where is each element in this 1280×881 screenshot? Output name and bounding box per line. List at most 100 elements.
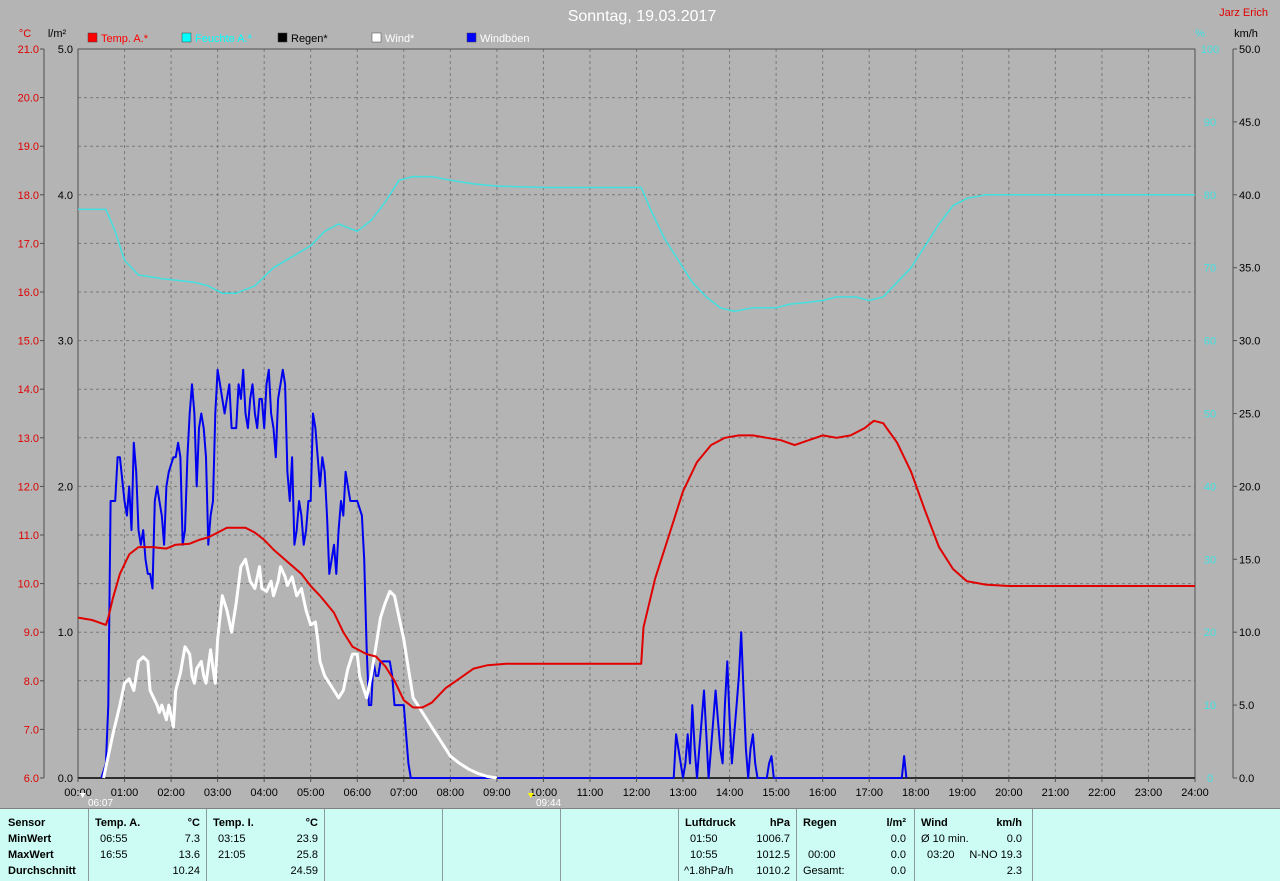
temp-a-header: Temp. A. xyxy=(95,817,141,829)
weather-chart: 21.0 20.0 19.0 18.0 17.0 16.0 15.0 14.0 13.0 12.0… xyxy=(18,7,1268,808)
temp-tick-label: 10.0 xyxy=(18,579,39,591)
temp-tick-label: 20.0 xyxy=(18,93,39,105)
temp-a-min-time: 06:55 xyxy=(100,833,128,845)
statistics-table: Sensor MinWert MaxWert Durchschnitt Temp… xyxy=(0,808,1280,881)
table-divider xyxy=(914,809,915,881)
wind-tick-label: 5.0 xyxy=(1239,700,1254,712)
time-tick-label: 20:00 xyxy=(995,787,1023,799)
temp-i-min: 23.9 xyxy=(296,833,318,845)
wind-avg: 0.0 xyxy=(1006,833,1022,845)
humidity-tick-label: 50 xyxy=(1204,409,1216,421)
wind-tick-label: 45.0 xyxy=(1239,117,1260,129)
table-divider xyxy=(796,809,797,881)
time-tick-label: 13:00 xyxy=(669,787,697,799)
rain-tick-label: 5.0 xyxy=(58,44,73,56)
temp-tick-label: 17.0 xyxy=(18,238,39,250)
temp-tick-label: 8.0 xyxy=(24,676,39,688)
wind-tick-label: 15.0 xyxy=(1239,554,1260,566)
temp-tick-label: 14.0 xyxy=(18,384,39,396)
time-tick-label: 01:00 xyxy=(111,787,139,799)
humidity-tick-label: 40 xyxy=(1204,481,1216,493)
time-tick-label: 17:00 xyxy=(855,787,883,799)
table-divider xyxy=(324,809,325,881)
wind-max-time: 03:20 xyxy=(927,849,955,861)
time-tick-label: 14:00 xyxy=(716,787,744,799)
row-label-avg: Durchschnitt xyxy=(8,865,76,877)
temp-tick-label: 13.0 xyxy=(18,433,39,445)
temp-tick-label: 15.0 xyxy=(18,336,39,348)
wind-mean: 2.3 xyxy=(1006,865,1022,877)
wind-unit-label: km/h xyxy=(1234,28,1258,40)
humidity-tick-label: 60 xyxy=(1204,336,1216,348)
time-tick-label: 11:00 xyxy=(577,787,604,799)
humidity-tick-label: 70 xyxy=(1204,263,1216,275)
wind-tick-label: 10.0 xyxy=(1239,627,1260,639)
wind-max: N-NO 19.3 xyxy=(969,849,1022,861)
rain-tick-label: 4.0 xyxy=(58,190,73,202)
legend-swatch xyxy=(277,32,288,43)
chart-title: Sonntag, 19.03.2017 xyxy=(568,8,717,25)
time-tick-label: 06:00 xyxy=(343,787,371,799)
humidity-tick-label: 10 xyxy=(1204,700,1216,712)
table-divider xyxy=(678,809,679,881)
pressure-min: 1006.7 xyxy=(756,833,790,845)
humidity-tick-label: 30 xyxy=(1204,554,1216,566)
wind-tick-label: 40.0 xyxy=(1239,190,1260,202)
time-tick-label: 07:00 xyxy=(390,787,418,799)
time-tick-label: 22:00 xyxy=(1088,787,1116,799)
legend-swatch xyxy=(371,32,382,43)
pressure-min-time: 01:50 xyxy=(690,833,718,845)
pressure-max-time: 10:55 xyxy=(690,849,718,861)
rain-unit: l/m² xyxy=(886,817,906,829)
rain-row1: 0.0 xyxy=(890,833,906,845)
time-tick-label: 04:00 xyxy=(250,787,278,799)
time-tick-label: 05:00 xyxy=(297,787,325,799)
time-tick-label: 15:00 xyxy=(762,787,790,799)
legend-swatch xyxy=(181,32,192,43)
temp-a-min: 7.3 xyxy=(184,833,200,845)
rain-time: 00:00 xyxy=(808,849,836,861)
rain-tick-label: 3.0 xyxy=(58,336,73,348)
temp-i-max: 25.8 xyxy=(296,849,318,861)
time-tick-label: 12:00 xyxy=(623,787,651,799)
wind-tick-label: 50.0 xyxy=(1239,44,1260,56)
time-tick-label: 03:00 xyxy=(204,787,232,799)
time-tick-label: 08:00 xyxy=(437,787,465,799)
pressure-unit: hPa xyxy=(769,817,790,829)
wind-tick-label: 35.0 xyxy=(1239,263,1260,275)
rain-total-label: Gesamt: xyxy=(803,865,845,877)
temp-tick-label: 21.0 xyxy=(18,44,39,56)
sunrise-label: 06:07 xyxy=(88,798,113,808)
chart-legend: Temp. A.* Feuchte A.* Regen* Wind* Windböen xyxy=(87,32,530,45)
temp-tick-label: 6.0 xyxy=(24,773,39,785)
pressure-max: 1012.5 xyxy=(756,849,790,861)
time-tick-label: 02:00 xyxy=(157,787,185,799)
temp-a-avg: 10.24 xyxy=(172,865,200,877)
table-divider xyxy=(206,809,207,881)
legend-label: Regen* xyxy=(291,33,328,45)
sunset-label: 09:44 xyxy=(536,798,561,808)
temp-a-max: 13.6 xyxy=(178,849,200,861)
temp-a-unit: °C xyxy=(187,817,200,829)
wind-tick-label: 30.0 xyxy=(1239,336,1260,348)
rain-row2: 0.0 xyxy=(890,849,906,861)
time-tick-label: 09:00 xyxy=(483,787,511,799)
wind-tick-label: 0.0 xyxy=(1239,773,1254,785)
humidity-tick-label: 20 xyxy=(1204,627,1216,639)
temp-tick-label: 18.0 xyxy=(18,190,39,202)
wind-avg-label: Ø 10 min. xyxy=(921,833,969,845)
temp-tick-label: 7.0 xyxy=(24,724,39,736)
temp-i-header: Temp. I. xyxy=(213,817,254,829)
temp-i-unit: °C xyxy=(305,817,318,829)
table-divider xyxy=(442,809,443,881)
humidity-tick-label: 80 xyxy=(1204,190,1216,202)
pressure-trend-label: ^1.8hPa/h xyxy=(684,865,734,877)
rain-tick-label: 1.0 xyxy=(58,627,73,639)
legend-swatch xyxy=(466,32,477,43)
table-divider xyxy=(560,809,561,881)
time-tick-label: 23:00 xyxy=(1135,787,1163,799)
rain-tick-label: 2.0 xyxy=(58,481,73,493)
time-tick-label: 19:00 xyxy=(949,787,977,799)
temp-tick-label: 11.0 xyxy=(18,530,39,542)
row-label-min: MinWert xyxy=(8,833,52,845)
